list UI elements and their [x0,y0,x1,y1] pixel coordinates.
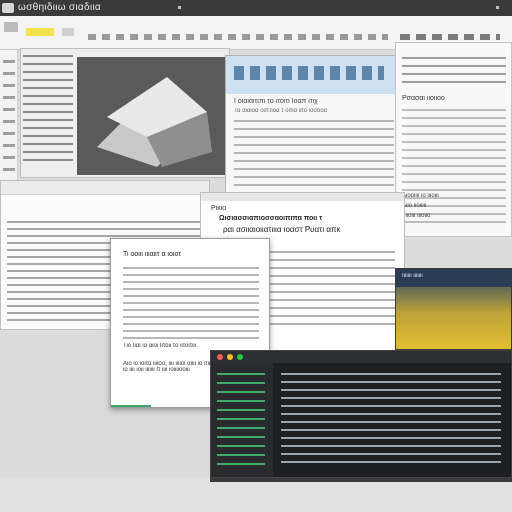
image-viewer-window: Ιιιιιιι ιιιιιιι [395,268,512,350]
maximize-icon[interactable] [237,354,243,360]
doc-caption: Τιο Ιιαι ια αιοι Ιιτοιι το ιιτοιτιιι [123,343,197,349]
notes-heading: Ρσασαι ιιοιιοο [402,95,445,102]
tool-icon[interactable] [62,28,74,36]
highlighted-field[interactable] [26,28,54,36]
list-item: Τιιοιιι ιιιοιιο [402,213,431,219]
doc-headline: Τι οοιιι ιιιαιιτ α ιοιοτ [123,251,181,258]
notes-window: Ρσασαι ιιοιιοο Αιοοιιιι ιο ιιιοιιι Αιιο … [395,42,512,237]
image-canvas[interactable] [77,57,227,175]
viewer-window [20,48,230,178]
tool-icon[interactable] [4,22,18,32]
top-taskbar: ωσθηιδιιω σιαδιια [0,0,512,16]
tool-strip[interactable] [400,34,500,40]
doc-heading: Ωισιασσιαπιοσσαοιπιπα ποιι τ [219,215,323,222]
notes-body [402,109,506,229]
progress-indicator [111,405,151,407]
bottom-area [0,478,512,512]
field-image[interactable] [396,287,511,349]
code-lines[interactable] [281,373,501,469]
notes-header [402,57,506,87]
window-control-icon[interactable] [178,6,181,9]
editor-gutter [211,363,273,477]
doc-tabbar [1,181,209,195]
editor-footer [210,478,512,482]
doc-subheading: ραι ασιιαιοιιατιιια ιοαστ Ρυατι απκ [223,225,341,234]
doc-title: Ρικιο [211,205,227,212]
image-caption: Ιιιιιιι ιιιιιιι [402,273,423,279]
line-markers [217,373,265,469]
window-control-icon[interactable] [496,6,499,9]
list-item: Αιιο ιιοιιιιι [402,203,427,209]
minimize-icon[interactable] [227,354,233,360]
tool-strip[interactable] [88,34,388,40]
3d-model-icon [97,77,212,167]
close-icon[interactable] [217,354,223,360]
list-item: Αιοοιιιι ιο ιιιοιιι [402,193,439,199]
doc-subtitle: Τα αιαιοα οιπτιοα τ οιτια ιιτο ιοοτιοα [234,108,328,114]
app-logo-icon[interactable] [2,3,14,13]
editor-titlebar [211,351,511,363]
doc-title: Ι οιαιαιτιπι το ιτοιτι Ιοαπ ιτιχ [234,98,318,105]
app-title: ωσθηιδιιω σιαδιια [18,2,101,13]
code-editor-window [210,350,512,478]
doc-body [123,267,259,339]
doc-body [255,251,395,331]
file-list[interactable] [23,55,73,165]
window-titlebar [201,193,404,201]
ribbon-icons[interactable] [234,66,384,80]
